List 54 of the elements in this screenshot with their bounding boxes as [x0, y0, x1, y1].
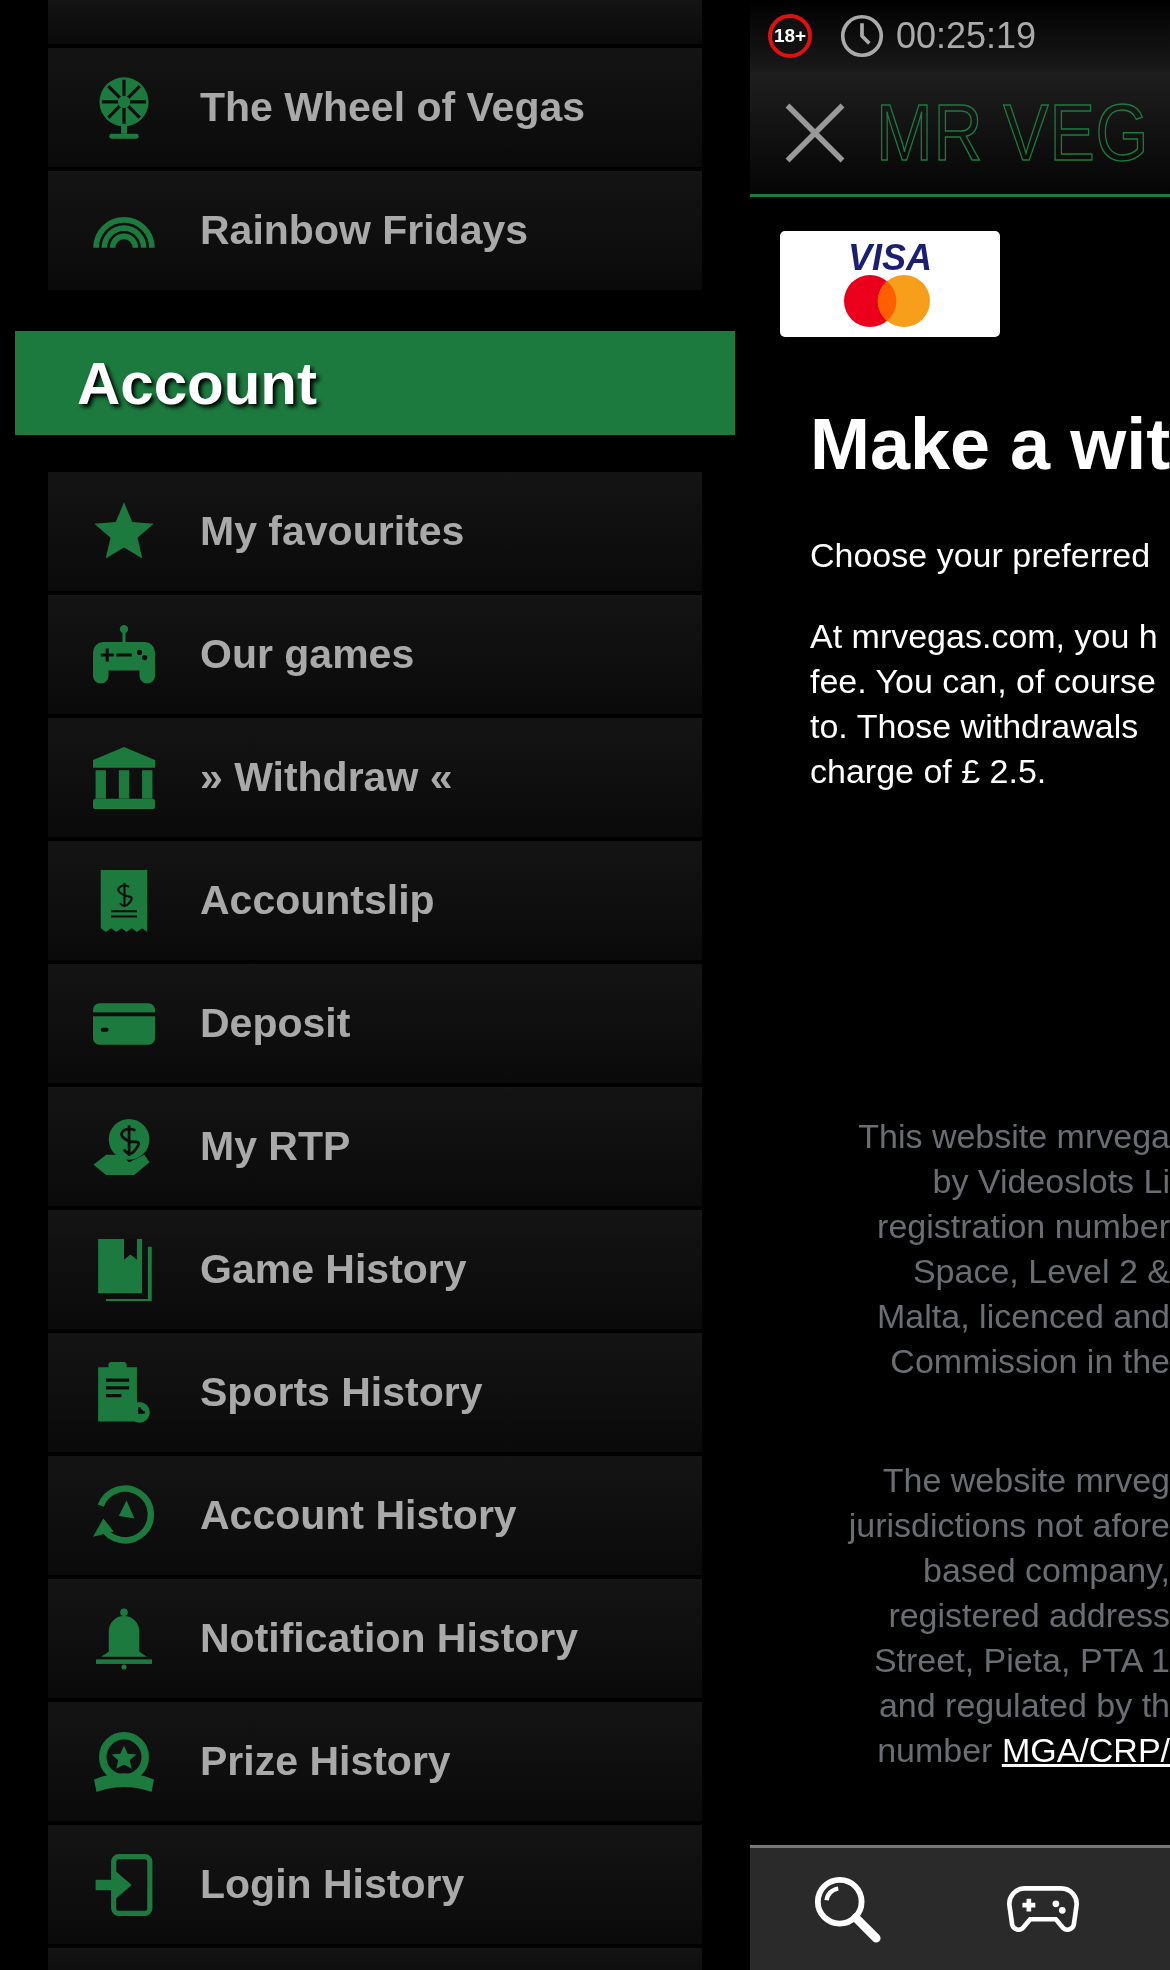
- menu-item[interactable]: Account History: [48, 1456, 702, 1575]
- legal-text: Malta, licenced and: [877, 1296, 1170, 1337]
- medal-icon: [94, 1730, 154, 1793]
- license-link[interactable]: MGA/CRP/: [1001, 1731, 1170, 1769]
- overlapping-circles-icon: [844, 275, 930, 327]
- legal-text: Commission in the: [890, 1341, 1170, 1382]
- gamepad-icon: [93, 623, 155, 686]
- bank-icon: [93, 746, 155, 809]
- legal-text: and regulated by th: [878, 1685, 1170, 1726]
- menu-item[interactable]: Notification History: [48, 1579, 702, 1698]
- menu-item[interactable]: Login History: [48, 1825, 702, 1944]
- logo: MR VEG: [876, 87, 1150, 179]
- card-brand-text: VISA: [848, 237, 932, 278]
- search-icon[interactable]: [812, 1874, 882, 1944]
- timer: 00:25:19: [896, 15, 1037, 57]
- menu-item[interactable]: Sports History: [48, 1333, 702, 1452]
- wheel-icon: [97, 76, 151, 139]
- clock-icon: [840, 14, 884, 58]
- body-text: At mrvegas.com, you h: [810, 616, 1159, 657]
- menu-item[interactable]: Game History: [48, 1210, 702, 1329]
- menu-item[interactable]: My favourites: [48, 472, 702, 591]
- body-text: charge of £ 2.5.: [810, 751, 1048, 792]
- legal-text: Space, Level 2 &: [912, 1251, 1170, 1292]
- page-title: Make a wit: [810, 403, 1170, 485]
- login-icon: [95, 1853, 153, 1916]
- credit-card-icon: [93, 1002, 155, 1045]
- menu-item[interactable]: Rainbow Fridays: [48, 171, 702, 290]
- legal-text: registration number: [877, 1206, 1170, 1247]
- age-badge: 18+: [768, 14, 812, 58]
- body-text: fee. You can, of course: [810, 661, 1157, 702]
- legal-text: number MGA/CRP/: [877, 1730, 1170, 1771]
- menu-item[interactable]: Prize History: [48, 1702, 702, 1821]
- receipt-icon: [100, 869, 148, 932]
- clipboard-clock-icon: [98, 1361, 150, 1424]
- legal-text: registered address: [888, 1595, 1170, 1636]
- gamepad-icon[interactable]: [1007, 1884, 1079, 1934]
- menu-item[interactable]: My RTP: [48, 1087, 702, 1206]
- legal-text: This website mrvega: [858, 1116, 1170, 1157]
- book-icon: [96, 1238, 152, 1301]
- legal-text: based company,: [923, 1550, 1170, 1591]
- legal-text: The website mrveg: [882, 1460, 1170, 1501]
- body-text: Choose your preferred: [810, 535, 1152, 576]
- legal-text: by Videoslots Li: [932, 1161, 1170, 1202]
- menu-item[interactable]: Deposit: [48, 964, 702, 1083]
- legal-text: Street, Pieta, PTA 1: [873, 1640, 1170, 1681]
- menu-item[interactable]: Our games: [48, 595, 702, 714]
- menu-item[interactable]: Accountslip: [48, 841, 702, 960]
- legal-text: jurisdictions not afore: [848, 1505, 1170, 1546]
- bell-icon: [96, 1607, 152, 1670]
- menu-item[interactable]: The Wheel of Vegas: [48, 48, 702, 167]
- body-text: to. Those withdrawals: [810, 706, 1140, 747]
- section-title: Account: [77, 348, 317, 418]
- history-clock-icon: [93, 1484, 155, 1547]
- menu-item[interactable]: » Withdraw «: [48, 718, 702, 837]
